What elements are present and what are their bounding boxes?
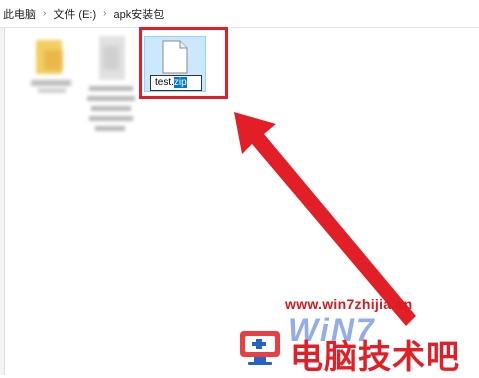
blurred-caption xyxy=(89,86,133,91)
address-breadcrumb[interactable]: 此电脑 › 文件 (E:) › apk安装包 xyxy=(0,0,479,28)
file-icon-detail xyxy=(103,46,119,70)
blurred-caption xyxy=(31,80,71,86)
chevron-right-icon[interactable]: › xyxy=(39,8,50,19)
chevron-right-icon[interactable]: › xyxy=(99,8,110,19)
blurred-caption xyxy=(89,116,133,121)
blurred-folder-item[interactable] xyxy=(28,40,78,93)
blurred-caption xyxy=(91,106,131,111)
watermark-url: www.win7zhijia.cn xyxy=(285,296,413,312)
blurred-caption xyxy=(87,96,135,101)
highlight-box xyxy=(139,27,228,99)
navigation-pane-edge xyxy=(0,28,5,375)
breadcrumb-drive-e[interactable]: 文件 (E:) xyxy=(50,6,99,22)
blurred-caption xyxy=(95,126,125,131)
blurred-file-item[interactable] xyxy=(85,34,137,134)
breadcrumb-this-pc[interactable]: 此电脑 xyxy=(0,6,39,22)
breadcrumb-apk-folder[interactable]: apk安装包 xyxy=(110,6,167,22)
watermark-title: 电脑技术吧 xyxy=(290,338,460,375)
blurred-caption xyxy=(38,88,66,93)
monitor-logo-icon xyxy=(240,331,280,365)
folder-icon-detail xyxy=(44,50,62,70)
